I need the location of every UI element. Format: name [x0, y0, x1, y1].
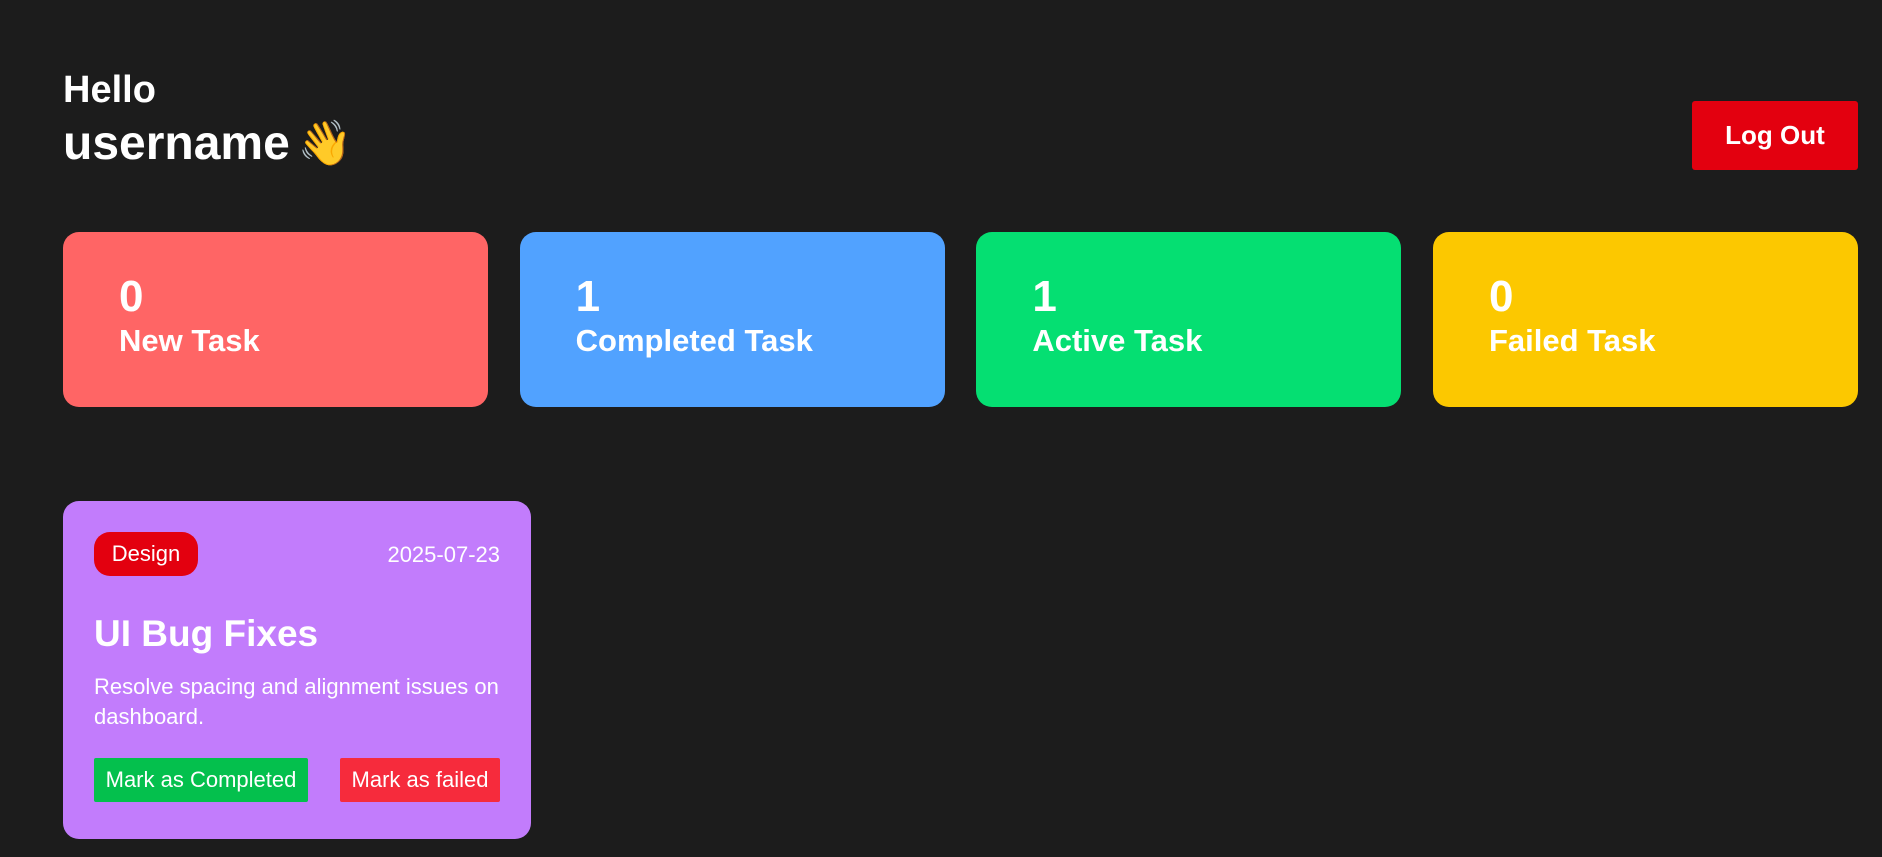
- task-title: UI Bug Fixes: [94, 613, 319, 654]
- task-card: Design 2025-07-23 UI Bug Fixes Resolve s…: [63, 501, 531, 839]
- logout-button[interactable]: Log Out: [1692, 101, 1858, 170]
- username-row: username 👋: [63, 116, 353, 172]
- task-date: 2025-07-23: [387, 542, 500, 567]
- wave-icon: 👋: [297, 119, 353, 168]
- employee-dashboard: Hello username 👋 Log Out 0 New Task 1 Co…: [0, 0, 1882, 857]
- stat-count: 1: [575, 272, 601, 321]
- stat-count: 1: [1032, 272, 1057, 321]
- username: username: [63, 117, 290, 170]
- category-badge: Design: [94, 532, 198, 576]
- stat-label: Completed Task: [575, 323, 813, 358]
- stat-label: Active Task: [1032, 323, 1203, 358]
- mark-completed-button[interactable]: Mark as Completed: [94, 758, 308, 802]
- stat-card-new: 0 New Task: [63, 232, 488, 407]
- stat-card-active: 1 Active Task: [976, 232, 1402, 407]
- task-description: Resolve spacing and alignment issues on …: [94, 674, 499, 729]
- stat-count: 0: [119, 272, 144, 321]
- header: Hello username 👋 Log Out: [63, 68, 1858, 178]
- stat-label: New Task: [119, 323, 260, 358]
- stat-label: Failed Task: [1488, 323, 1656, 358]
- stat-card-failed: 0 Failed Task: [1432, 232, 1858, 407]
- task-stats: 0 New Task 1 Completed Task 1 Active Tas…: [63, 232, 1858, 407]
- stat-card-completed: 1 Completed Task: [519, 232, 945, 407]
- mark-failed-button[interactable]: Mark as failed: [340, 758, 500, 802]
- stat-count: 0: [1488, 272, 1514, 321]
- greeting: Hello: [63, 69, 156, 111]
